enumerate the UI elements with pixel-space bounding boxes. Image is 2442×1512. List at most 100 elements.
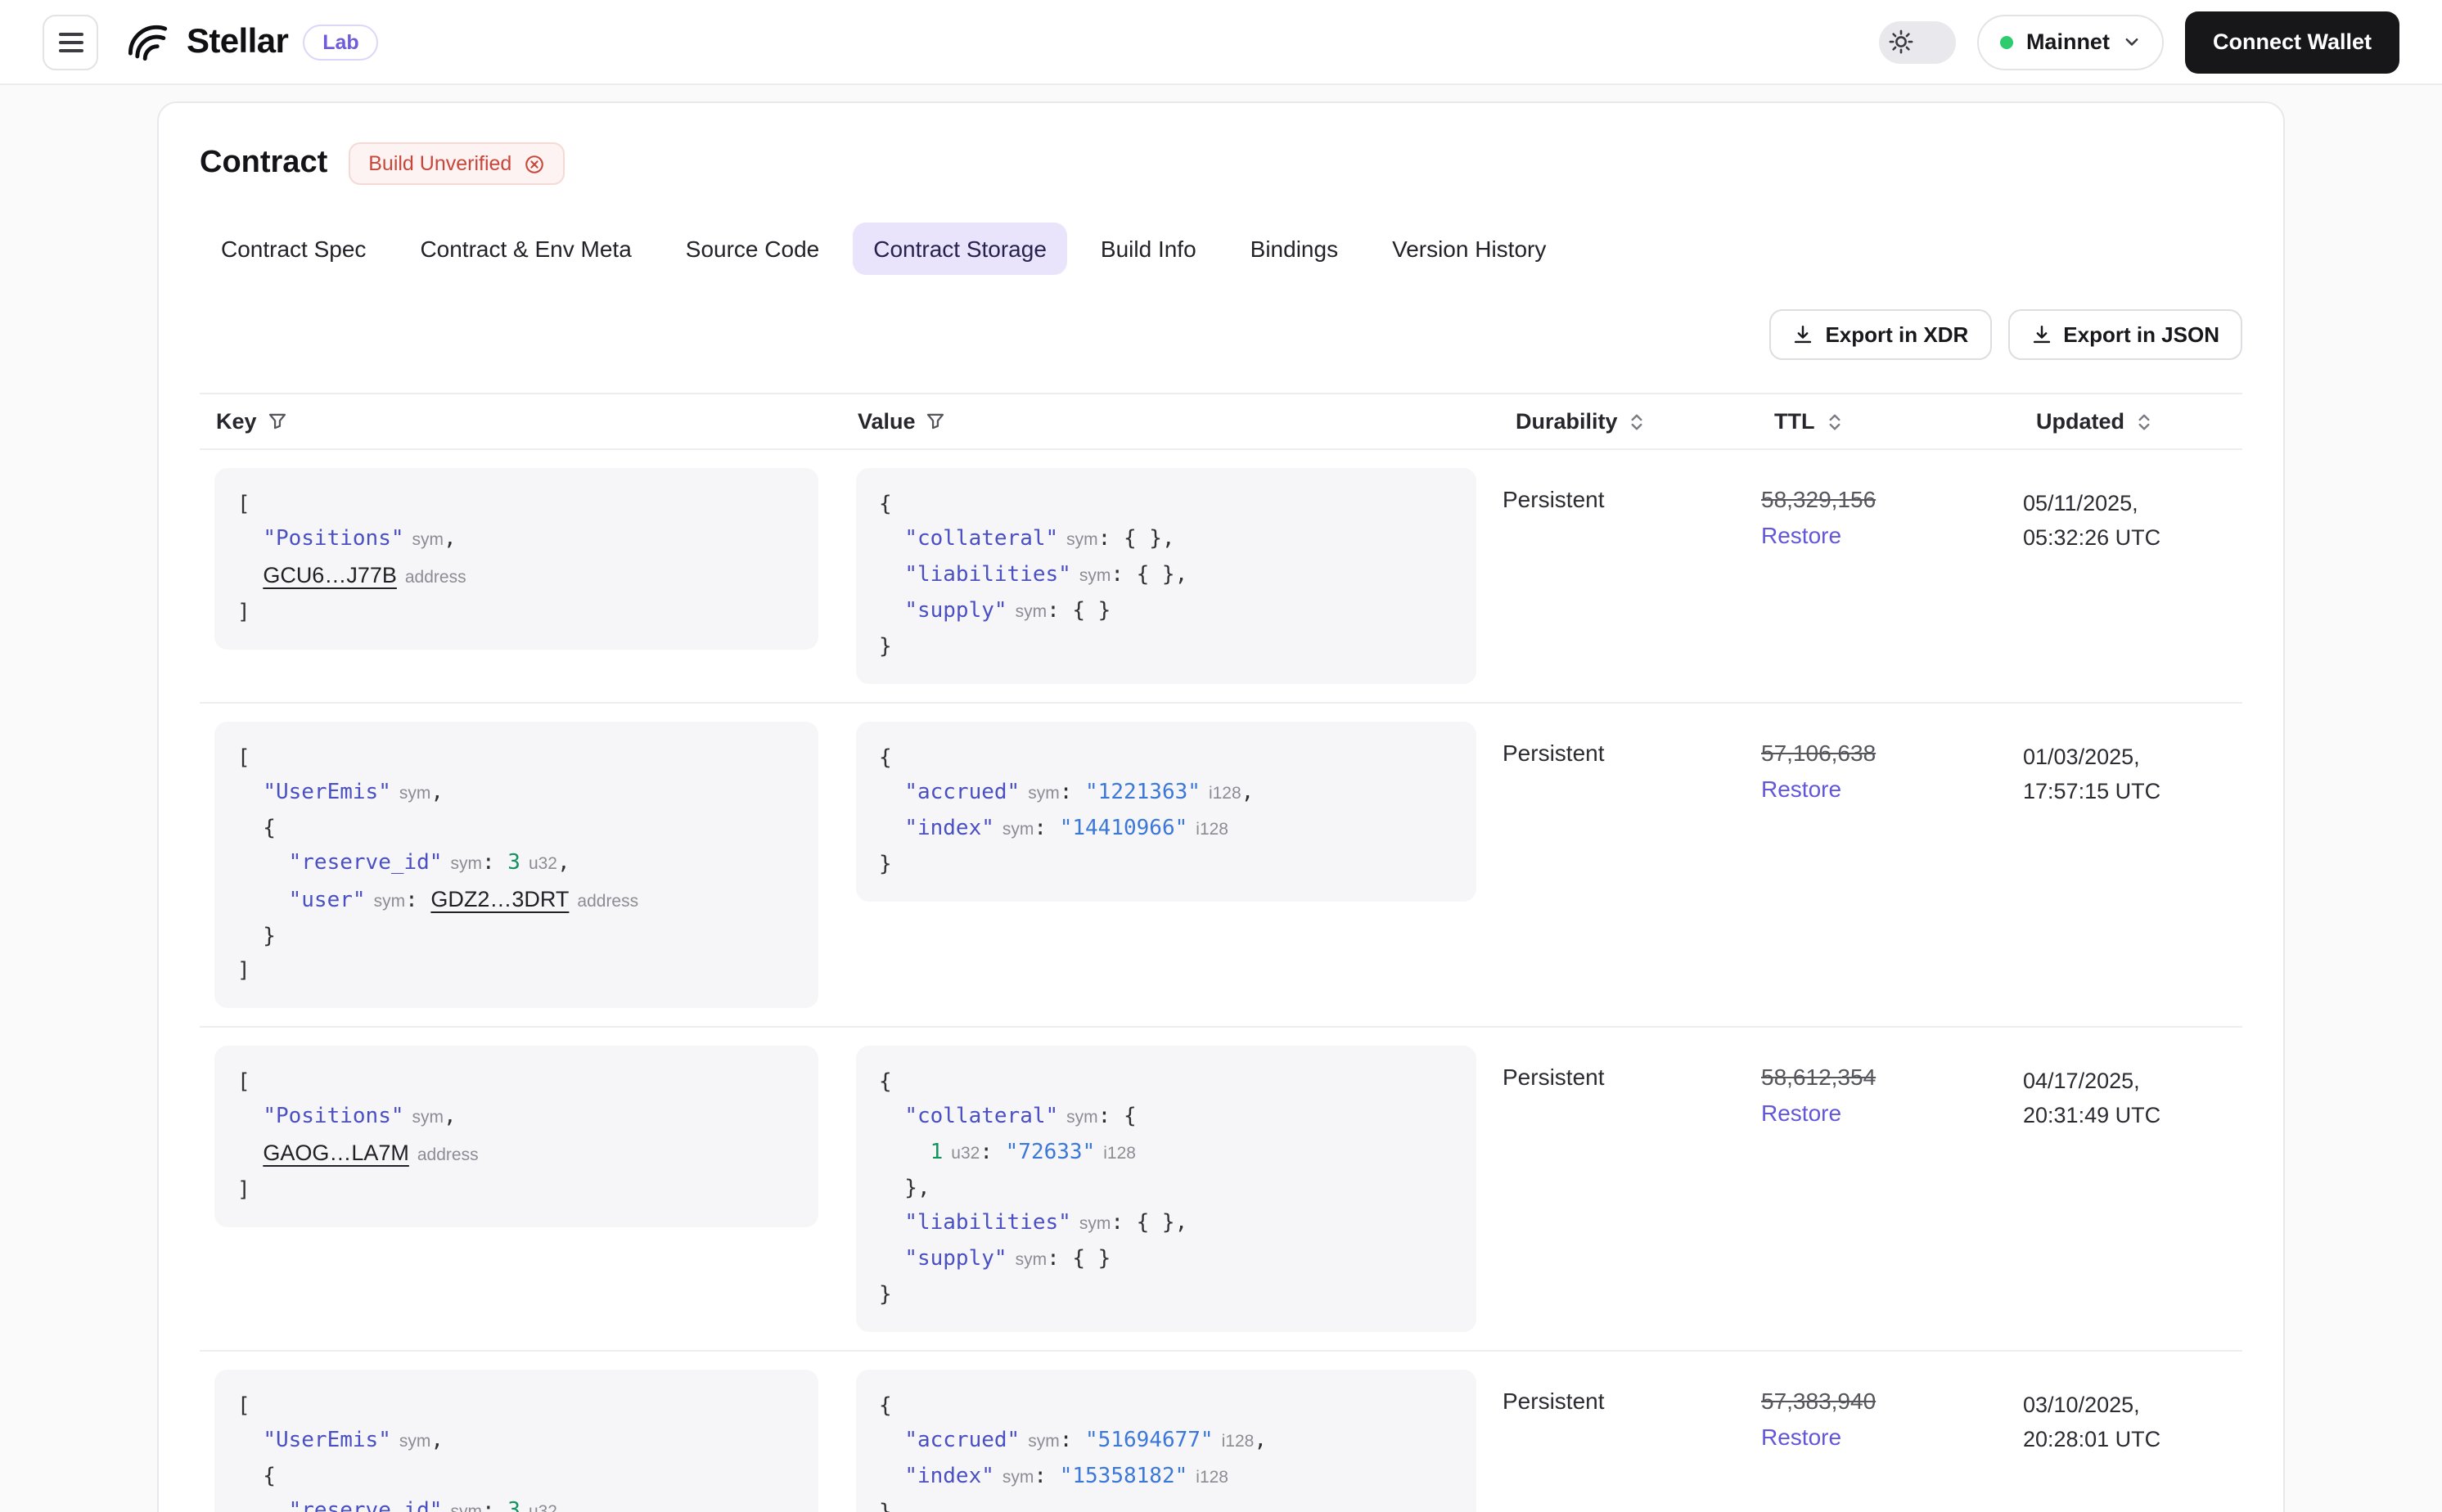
key-cell: [ "Positions" sym, GCU6…J77B address] <box>200 468 841 650</box>
tab-source-code[interactable]: Source Code <box>665 223 840 275</box>
code-token: "collateral" <box>904 1105 1059 1129</box>
filter-icon <box>267 411 288 432</box>
code-token: : <box>481 1499 508 1512</box>
ttl-value: 57,383,940 <box>1761 1388 1877 1414</box>
key-code-box: [ "Positions" sym, GCU6…J77B address] <box>214 468 818 650</box>
code-line: { <box>237 812 795 846</box>
column-header-ttl[interactable]: TTL <box>1758 394 2020 448</box>
address-link[interactable]: GCU6…J77B <box>263 563 397 587</box>
value-code-box: { "collateral" sym: { }, "liabilities" sym… <box>856 468 1476 684</box>
code-token: "reserve_id" <box>288 1499 443 1512</box>
code-token: } <box>879 1501 892 1512</box>
code-token: 3 <box>507 851 520 875</box>
code-token: "liabilities" <box>904 1211 1071 1235</box>
key-cell: [ "Positions" sym, GAOG…LA7M address] <box>200 1046 841 1227</box>
key-cell: [ "UserEmis" sym, { "reserve_id" sym: 3 u32… <box>200 1370 841 1512</box>
key-code-box: [ "Positions" sym, GAOG…LA7M address] <box>214 1046 818 1227</box>
table-body: [ "Positions" sym, GCU6…J77B address] { "co… <box>200 450 2242 1512</box>
code-line: { <box>879 1065 1453 1100</box>
durability-value: Persistent <box>1503 740 1605 766</box>
code-token: "index" <box>904 817 994 841</box>
address-link[interactable]: GDZ2…3DRT <box>430 887 569 911</box>
column-header-key[interactable]: Key <box>200 394 841 448</box>
tab-contract-spec[interactable]: Contract Spec <box>200 223 387 275</box>
tab-contract-env-meta[interactable]: Contract & Env Meta <box>399 223 652 275</box>
updated-line: 05/11/2025, <box>2023 491 2138 515</box>
code-token: sym <box>399 1432 431 1451</box>
restore-link[interactable]: Restore <box>1761 1424 1841 1450</box>
column-header-label: TTL <box>1774 409 1815 434</box>
code-line: "reserve_id" sym: 3 u32, <box>237 1494 795 1512</box>
export-button-label: Export in JSON <box>2063 322 2219 347</box>
export-in-xdr-button[interactable]: Export in XDR <box>1769 309 1992 360</box>
code-token: { <box>237 1465 276 1489</box>
code-token: [ <box>237 1070 250 1095</box>
menu-button[interactable] <box>43 14 98 70</box>
code-line: } <box>879 630 1453 664</box>
brand-name: Stellar <box>187 22 289 60</box>
code-token: i128 <box>1208 784 1241 803</box>
updated-line: 05:32:26 UTC <box>2023 525 2161 550</box>
code-token: } <box>237 925 276 949</box>
navbar: Stellar Lab Mainnet Connect Wallet <box>0 0 2442 85</box>
code-line: "UserEmis" sym, <box>237 1424 795 1460</box>
theme-toggle[interactable] <box>1878 20 1956 63</box>
tab-contract-storage[interactable]: Contract Storage <box>852 223 1068 275</box>
circle-x-icon[interactable] <box>523 153 544 174</box>
column-header-updated[interactable]: Updated <box>2020 394 2242 448</box>
sun-icon <box>1889 29 1913 54</box>
connect-wallet-button[interactable]: Connect Wallet <box>2184 11 2399 73</box>
code-token: : <box>1034 817 1060 841</box>
code-token: } <box>879 635 892 659</box>
column-header-value[interactable]: Value <box>841 394 1499 448</box>
code-token: 1 <box>930 1141 944 1165</box>
code-token: sym <box>1079 1214 1111 1234</box>
code-token: u32 <box>528 854 557 874</box>
code-line: { <box>879 1389 1453 1424</box>
code-token: "accrued" <box>904 1429 1021 1453</box>
code-token: sym <box>1002 1468 1034 1487</box>
value-code-box: { "collateral" sym: { 1 u32: "72633" i128 }… <box>856 1046 1476 1332</box>
column-header-label: Value <box>858 409 916 434</box>
restore-link[interactable]: Restore <box>1761 522 1841 548</box>
column-header-label: Durability <box>1516 409 1618 434</box>
export-button-label: Export in XDR <box>1825 322 1969 347</box>
code-line: [ <box>237 1389 795 1424</box>
column-header-durability[interactable]: Durability <box>1499 394 1758 448</box>
tab-build-info[interactable]: Build Info <box>1079 223 1218 275</box>
restore-link[interactable]: Restore <box>1761 776 1841 802</box>
code-token: : <box>980 1141 1006 1165</box>
navbar-right: Mainnet Connect Wallet <box>1878 11 2399 73</box>
network-select[interactable]: Mainnet <box>1976 14 2164 70</box>
sort-icon <box>1825 412 1845 431</box>
page-title: Contract <box>200 146 328 180</box>
code-token: sym <box>1079 566 1111 586</box>
code-line: { <box>879 741 1453 776</box>
page: Stellar Lab Mainnet Connect Wallet Contr… <box>0 0 2442 1512</box>
address-link[interactable]: GAOG…LA7M <box>263 1141 409 1165</box>
code-line: "user" sym: GDZ2…3DRT address <box>237 882 795 920</box>
tabs: Contract Spec Contract & Env Meta Source C… <box>200 223 2242 275</box>
code-token: : { }, <box>1111 1211 1188 1235</box>
code-line: "reserve_id" sym: 3 u32, <box>237 846 795 882</box>
code-line: "supply" sym: { } <box>879 1242 1453 1278</box>
restore-link[interactable]: Restore <box>1761 1100 1841 1126</box>
code-token: [ <box>237 493 250 517</box>
export-in-json-button[interactable]: Export in JSON <box>2007 309 2242 360</box>
code-line: } <box>237 920 795 954</box>
value-cell: { "collateral" sym: { }, "liabilities" sym… <box>841 468 1499 684</box>
updated-line: 20:28:01 UTC <box>2023 1427 2161 1451</box>
tab-version-history[interactable]: Version History <box>1371 223 1567 275</box>
code-line: ] <box>237 954 795 988</box>
tab-bindings[interactable]: Bindings <box>1229 223 1359 275</box>
updated-value: 03/10/2025, 20:28:01 UTC <box>2020 1370 2242 1456</box>
code-token: "collateral" <box>904 527 1059 551</box>
chevron-down-icon <box>2123 33 2141 51</box>
download-icon <box>2030 324 2052 345</box>
durability-value: Persistent <box>1503 1064 1605 1090</box>
code-token: , <box>430 781 444 805</box>
